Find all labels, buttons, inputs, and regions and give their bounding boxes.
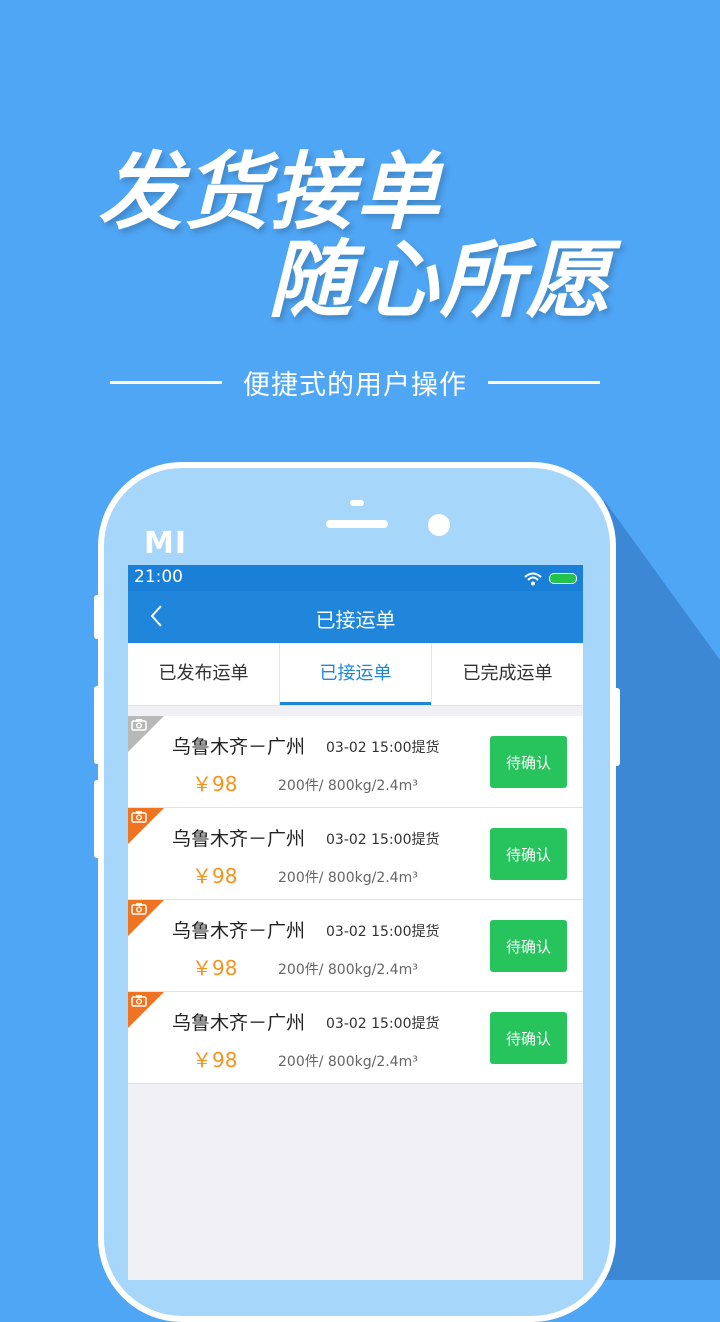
wifi-icon xyxy=(524,572,542,586)
power-button xyxy=(612,688,620,766)
order-pickup-time: 03-02 15:00提货 xyxy=(326,924,440,940)
headline-line1: 发货接单 xyxy=(98,143,443,241)
volume-button-down xyxy=(94,686,102,764)
order-spec: 200件/ 800kg/2.4m³ xyxy=(278,870,418,886)
order-route: 乌鲁木齐－广州 xyxy=(172,828,306,850)
battery-icon xyxy=(549,573,577,584)
camera-icon xyxy=(131,995,147,1007)
status-bar: 21:00 xyxy=(128,565,583,591)
order-item[interactable]: 乌鲁木齐－广州 03-02 15:00提货 ￥98 200件/ 800kg/2.… xyxy=(128,716,583,808)
order-route: 乌鲁木齐－广州 xyxy=(172,736,306,758)
mute-button xyxy=(94,780,102,858)
nav-bar: 已接运单 xyxy=(128,591,583,643)
order-spec: 200件/ 800kg/2.4m³ xyxy=(278,1054,418,1070)
camera-icon xyxy=(131,719,147,731)
phone-speaker xyxy=(326,520,388,528)
order-route: 乌鲁木齐－广州 xyxy=(172,1012,306,1034)
tagline-divider-right xyxy=(488,380,600,384)
pending-confirm-button[interactable]: 待确认 xyxy=(490,736,567,788)
camera-icon xyxy=(131,811,147,823)
tab-bar: 已发布运单 已接运单 已完成运单 xyxy=(128,643,583,706)
tab-completed[interactable]: 已完成运单 xyxy=(431,643,583,705)
brand-logo: MI xyxy=(144,526,188,561)
tagline: 便捷式的用户操作 xyxy=(243,369,467,401)
pending-confirm-button[interactable]: 待确认 xyxy=(490,1012,567,1064)
volume-button-up xyxy=(94,595,102,639)
tab-published[interactable]: 已发布运单 xyxy=(128,643,279,705)
order-item[interactable]: 乌鲁木齐－广州 03-02 15:00提货 ￥98 200件/ 800kg/2.… xyxy=(128,808,583,900)
tagline-divider-left xyxy=(110,380,222,384)
order-pickup-time: 03-02 15:00提货 xyxy=(326,740,440,756)
phone-camera xyxy=(428,514,450,536)
headline-line2: 随心所愿 xyxy=(268,231,613,329)
phone-sensor xyxy=(350,500,364,506)
order-item[interactable]: 乌鲁木齐－广州 03-02 15:00提货 ￥98 200件/ 800kg/2.… xyxy=(128,992,583,1084)
tagline-row: 便捷式的用户操作 xyxy=(110,362,600,402)
order-spec: 200件/ 800kg/2.4m³ xyxy=(278,962,418,978)
order-price: ￥98 xyxy=(192,1048,238,1072)
order-price: ￥98 xyxy=(192,956,238,980)
camera-icon xyxy=(131,903,147,915)
status-time: 21:00 xyxy=(134,567,183,587)
tab-accepted[interactable]: 已接运单 xyxy=(279,643,431,705)
order-pickup-time: 03-02 15:00提货 xyxy=(326,1016,440,1032)
pending-confirm-button[interactable]: 待确认 xyxy=(490,828,567,880)
page-title: 已接运单 xyxy=(315,608,396,632)
order-spec: 200件/ 800kg/2.4m³ xyxy=(278,778,418,794)
order-pickup-time: 03-02 15:00提货 xyxy=(326,832,440,848)
order-item[interactable]: 乌鲁木齐－广州 03-02 15:00提货 ￥98 200件/ 800kg/2.… xyxy=(128,900,583,992)
pending-confirm-button[interactable]: 待确认 xyxy=(490,920,567,972)
order-price: ￥98 xyxy=(192,864,238,888)
order-price: ￥98 xyxy=(192,772,238,796)
order-list: 乌鲁木齐－广州 03-02 15:00提货 ￥98 200件/ 800kg/2.… xyxy=(128,716,583,1084)
app-screen: 21:00 已接运单 已发布运单 已接运单 已完成运单 乌鲁木齐－广州 03-0… xyxy=(128,565,583,1280)
order-route: 乌鲁木齐－广州 xyxy=(172,920,306,942)
